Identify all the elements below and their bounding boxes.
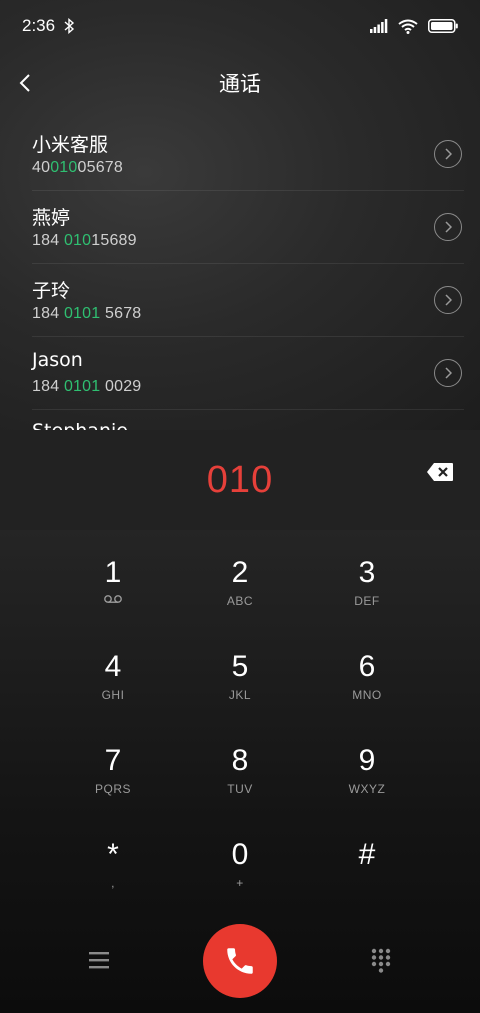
contact-number: 184 0101 5678 <box>32 305 142 322</box>
chevron-right-icon <box>445 221 452 233</box>
bottom-action-bar <box>0 920 480 1013</box>
number-match-highlight: 010 <box>63 232 92 249</box>
status-bar: 2:36 <box>0 0 480 52</box>
bluetooth-icon <box>64 18 75 34</box>
chevron-right-icon <box>445 294 452 306</box>
contact-suggestions-area: 2:36 通话 小米客服 4001005678 燕婷 184 01015689 … <box>0 0 480 430</box>
key-star[interactable]: * , <box>53 836 173 916</box>
contact-name: 燕婷 <box>32 207 71 229</box>
wifi-icon <box>398 19 418 34</box>
dial-display: 010 <box>0 430 480 530</box>
contact-row[interactable]: 子玲 184 0101 5678 <box>32 264 464 337</box>
voicemail-icon <box>104 595 122 603</box>
contact-list: 小米客服 4001005678 燕婷 184 01015689 子玲 184 0… <box>0 118 480 430</box>
contact-detail-button[interactable] <box>434 140 462 168</box>
key-2[interactable]: 2 ABC <box>180 554 300 634</box>
contact-row[interactable]: 燕婷 184 01015689 <box>32 191 464 264</box>
battery-icon <box>428 19 458 33</box>
chevron-right-icon <box>445 148 452 160</box>
back-button[interactable] <box>10 68 40 98</box>
contact-number: 4001005678 <box>32 159 123 176</box>
contact-row[interactable]: 小米客服 4001005678 <box>32 118 464 191</box>
chevron-left-icon <box>19 74 30 92</box>
contact-row[interactable]: Jason 184 0101 0029 <box>32 337 464 410</box>
key-7[interactable]: 7 PQRS <box>53 742 173 822</box>
key-6[interactable]: 6 MNO <box>307 648 427 728</box>
backspace-icon[interactable] <box>426 462 454 482</box>
key-0[interactable]: 0 + <box>180 836 300 916</box>
page-title: 通话 <box>219 72 261 96</box>
number-match-highlight: 010 <box>50 159 78 176</box>
contact-name-partial[interactable]: Stephanie <box>32 420 128 430</box>
contact-name: Jason <box>32 349 83 371</box>
dialed-number: 010 <box>206 458 274 501</box>
call-button[interactable] <box>203 924 277 998</box>
menu-icon[interactable] <box>86 948 112 972</box>
number-match-highlight: 0101 <box>63 378 101 395</box>
key-9[interactable]: 9 WXYZ <box>307 742 427 822</box>
dialpad-icon[interactable] <box>369 946 393 976</box>
key-1[interactable]: 1 <box>53 554 173 634</box>
contact-name: 子玲 <box>32 280 71 302</box>
contact-detail-button[interactable] <box>434 286 462 314</box>
contact-number: 184 01015689 <box>32 232 137 249</box>
contact-number: 184 0101 0029 <box>32 378 142 395</box>
title-bar: 通话 <box>0 60 480 106</box>
contact-name: 小米客服 <box>32 134 109 156</box>
key-3[interactable]: 3 DEF <box>307 554 427 634</box>
key-4[interactable]: 4 GHI <box>53 648 173 728</box>
status-icons <box>370 19 458 34</box>
key-5[interactable]: 5 JKL <box>180 648 300 728</box>
key-hash[interactable]: # <box>307 836 427 916</box>
contact-detail-button[interactable] <box>434 359 462 387</box>
phone-icon <box>227 948 253 974</box>
contact-detail-button[interactable] <box>434 213 462 241</box>
chevron-right-icon <box>445 367 452 379</box>
key-8[interactable]: 8 TUV <box>180 742 300 822</box>
number-match-highlight: 0101 <box>63 305 101 322</box>
signal-icon <box>370 19 388 33</box>
status-time: 2:36 <box>22 16 56 35</box>
